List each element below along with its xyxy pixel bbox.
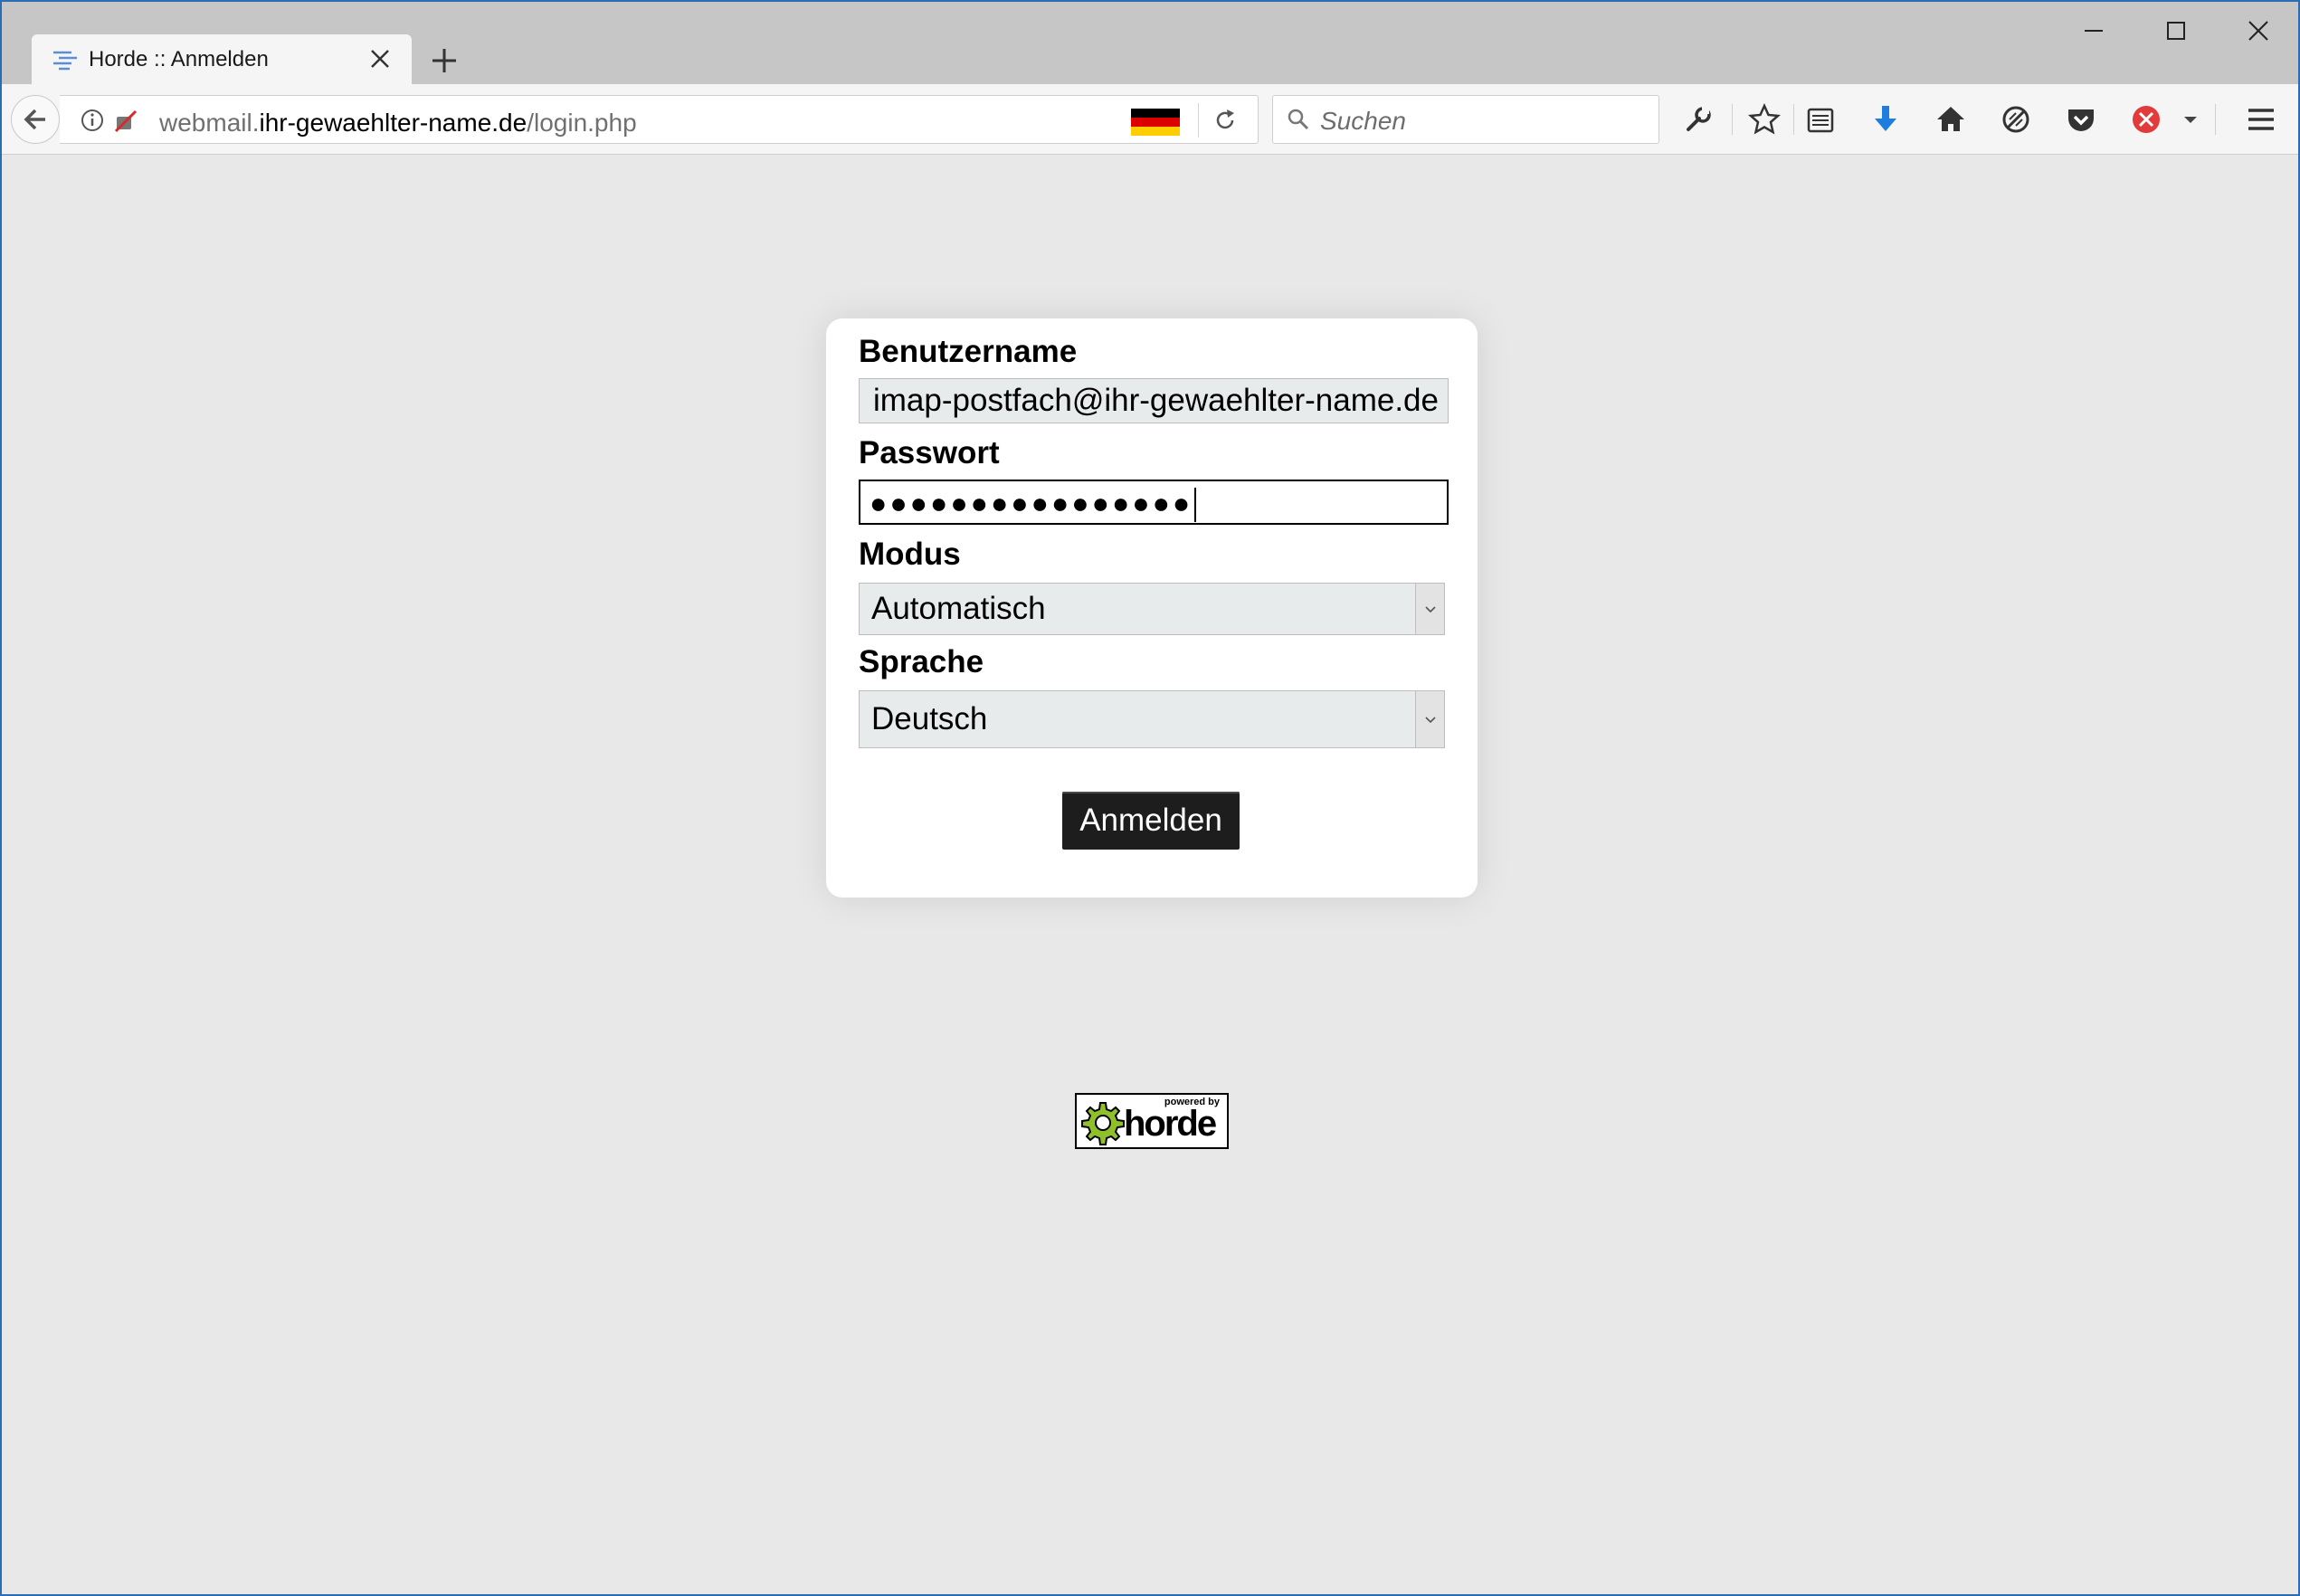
browser-window: Horde :: Anmelden webmail.ihr-gewaehlter… bbox=[0, 0, 2300, 1596]
search-icon bbox=[1288, 109, 1309, 130]
search-bar[interactable]: Suchen bbox=[1272, 95, 1659, 144]
login-button[interactable]: Anmelden bbox=[1062, 792, 1240, 850]
sync-icon[interactable] bbox=[1999, 102, 2033, 137]
hamburger-menu-icon[interactable] bbox=[2244, 102, 2278, 137]
chevron-down-icon bbox=[1425, 717, 1436, 724]
text-caret bbox=[1194, 487, 1197, 522]
language-label: Sprache bbox=[859, 644, 984, 679]
german-flag-icon[interactable] bbox=[1131, 109, 1180, 136]
tab-title: Horde :: Anmelden bbox=[89, 47, 269, 71]
url-host: ihr-gewaehlter-name.de bbox=[259, 109, 527, 137]
maximize-icon[interactable] bbox=[2160, 14, 2192, 47]
bookmark-star-icon[interactable] bbox=[1747, 102, 1782, 137]
blocked-addon-icon[interactable] bbox=[2129, 102, 2163, 137]
back-icon bbox=[24, 109, 45, 130]
language-selected-value: Deutsch bbox=[871, 701, 988, 736]
chevron-down-icon bbox=[1425, 606, 1436, 613]
gear-icon bbox=[1081, 1102, 1125, 1145]
powered-by-horde-logo[interactable]: powered by horde bbox=[1075, 1093, 1229, 1149]
username-label: Benutzername bbox=[859, 334, 1078, 369]
new-tab-icon[interactable] bbox=[427, 43, 461, 78]
tab-strip: Horde :: Anmelden bbox=[2, 2, 2298, 84]
url-prefix: webmail. bbox=[159, 109, 260, 137]
page-lines-icon bbox=[53, 51, 77, 71]
username-field[interactable]: imap-postfach@ihr-gewaehlter-name.de bbox=[859, 378, 1449, 423]
home-icon[interactable] bbox=[1934, 102, 1968, 137]
wrench-icon[interactable] bbox=[1681, 102, 1715, 137]
url-text[interactable]: webmail.ihr-gewaehlter-name.de/login.php bbox=[159, 109, 637, 138]
close-window-icon[interactable] bbox=[2242, 14, 2275, 47]
language-select[interactable]: Deutsch bbox=[859, 690, 1445, 748]
close-tab-icon[interactable] bbox=[366, 45, 394, 72]
pocket-icon[interactable] bbox=[2064, 102, 2098, 137]
search-placeholder: Suchen bbox=[1320, 107, 1406, 135]
toolbar-divider bbox=[1732, 104, 1733, 135]
mode-selected-value: Automatisch bbox=[871, 591, 1046, 626]
mode-select[interactable]: Automatisch bbox=[859, 583, 1445, 635]
insecure-connection-icon[interactable] bbox=[112, 108, 138, 133]
reload-icon[interactable] bbox=[1212, 107, 1239, 134]
toolbar-divider bbox=[1793, 104, 1794, 135]
dropdown-icon[interactable] bbox=[2177, 102, 2204, 137]
navigation-toolbar: webmail.ihr-gewaehlter-name.de/login.php bbox=[2, 84, 2298, 155]
page-content: Benutzername imap-postfach@ihr-gewaehlte… bbox=[2, 155, 2298, 1594]
tab-horde-login[interactable]: Horde :: Anmelden bbox=[32, 34, 412, 84]
info-icon[interactable] bbox=[80, 108, 105, 133]
download-icon[interactable] bbox=[1868, 102, 1903, 137]
url-path: /login.php bbox=[527, 109, 637, 137]
logo-horde-text: horde bbox=[1124, 1104, 1217, 1144]
toolbar-divider bbox=[2215, 104, 2216, 135]
language-select-arrow[interactable] bbox=[1415, 691, 1444, 747]
mode-label: Modus bbox=[859, 537, 961, 572]
password-mask: ●●●●●●●●●●●●●●●● bbox=[870, 487, 1193, 519]
password-label: Passwort bbox=[859, 435, 1000, 470]
minimize-icon[interactable] bbox=[2077, 14, 2110, 47]
back-button[interactable] bbox=[11, 95, 60, 144]
reading-list-icon[interactable] bbox=[1803, 102, 1838, 137]
url-bar[interactable]: webmail.ihr-gewaehlter-name.de/login.php bbox=[60, 95, 1259, 144]
login-form: Benutzername imap-postfach@ihr-gewaehlte… bbox=[826, 318, 1478, 898]
url-divider bbox=[1198, 103, 1199, 138]
mode-select-arrow[interactable] bbox=[1415, 584, 1444, 634]
password-field[interactable]: ●●●●●●●●●●●●●●●● bbox=[859, 480, 1449, 525]
